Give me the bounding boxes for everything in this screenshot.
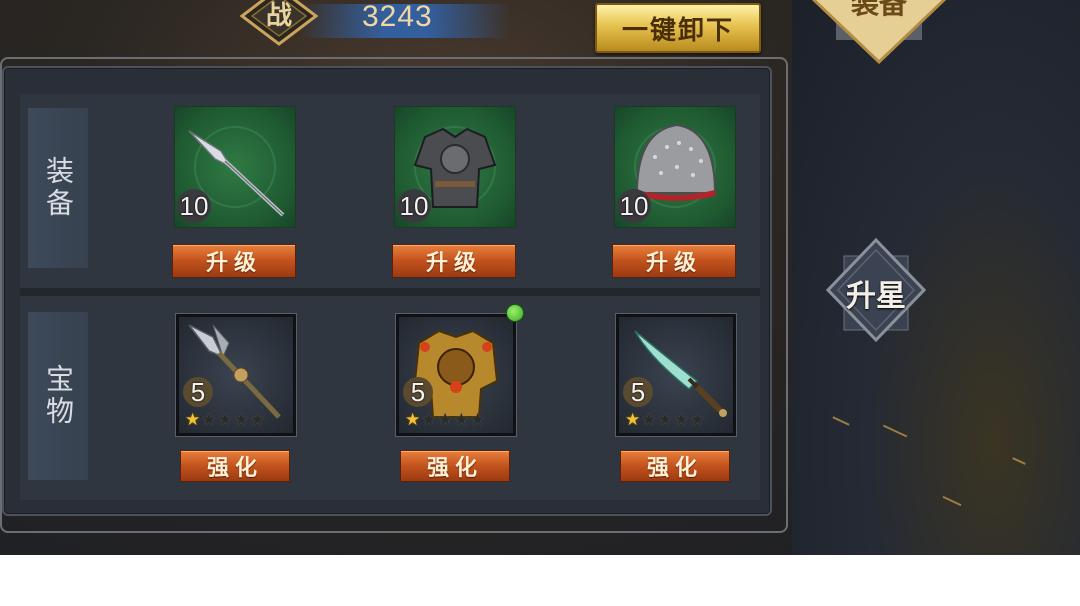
treasure-slot-dagger[interactable]: 5 ★ ★ ★ ★ ★ <box>616 314 736 436</box>
power-label: 战 <box>266 1 292 31</box>
equipment-level-badge: 10 <box>617 189 651 223</box>
star-filled-icon: ★ <box>185 410 201 430</box>
star-up-button[interactable]: 升星 <box>825 237 927 343</box>
equipment-level-badge: 10 <box>177 189 211 223</box>
tab-equipment-label: 装备 <box>850 0 907 20</box>
star-empty-icon: ★ <box>201 410 217 430</box>
upgrade-button-helmet[interactable]: 升级 <box>612 244 736 278</box>
treasure-stars: ★ ★ ★ ★ ★ <box>185 412 265 429</box>
star-empty-icon: ★ <box>657 410 673 430</box>
star-empty-icon: ★ <box>641 410 657 430</box>
star-empty-icon: ★ <box>673 410 689 430</box>
equipment-slot-armor[interactable]: 10 <box>394 106 516 228</box>
treasure-section-label: 宝物 <box>28 312 88 480</box>
treasure-slot-halberd[interactable]: 5 ★ ★ ★ ★ ★ <box>176 314 296 436</box>
equipment-slot-helmet[interactable]: 10 <box>614 106 736 228</box>
treasure-level-badge: 5 <box>183 377 213 407</box>
enhance-button-dagger[interactable]: 强化 <box>620 450 730 482</box>
star-empty-icon: ★ <box>217 410 233 430</box>
notification-dot <box>506 304 524 322</box>
star-empty-icon: ★ <box>233 410 249 430</box>
star-empty-icon: ★ <box>250 410 266 430</box>
star-empty-icon: ★ <box>437 410 453 430</box>
equipment-slot-weapon[interactable]: 10 <box>174 106 296 228</box>
power-badge: 战 <box>240 0 318 46</box>
unequip-all-button[interactable]: 一键卸下 <box>595 3 761 53</box>
power-value: 3243 <box>362 0 433 33</box>
treasure-level-badge: 5 <box>403 377 433 407</box>
treasure-stars: ★ ★ ★ ★ ★ <box>625 412 705 429</box>
game-screen: 战 3243 一键卸下 装备 升星 装备 宝物 10 10 10 升级 升级 升… <box>0 0 1080 555</box>
tab-equipment[interactable]: 装备 <box>811 0 947 65</box>
star-up-label: 升星 <box>846 279 906 314</box>
star-empty-icon: ★ <box>470 410 486 430</box>
equipment-panel: 装备 宝物 10 10 10 升级 升级 升级 5 ★ ★ ★ ★ ★ 5 ★ … <box>2 66 772 516</box>
upgrade-button-armor[interactable]: 升级 <box>392 244 516 278</box>
equipment-level-badge: 10 <box>397 189 431 223</box>
star-empty-icon: ★ <box>421 410 437 430</box>
star-empty-icon: ★ <box>453 410 469 430</box>
star-filled-icon: ★ <box>405 410 421 430</box>
row-divider <box>20 288 760 296</box>
enhance-button-halberd[interactable]: 强化 <box>180 450 290 482</box>
upgrade-button-weapon[interactable]: 升级 <box>172 244 296 278</box>
treasure-stars: ★ ★ ★ ★ ★ <box>405 412 485 429</box>
treasure-level-badge: 5 <box>623 377 653 407</box>
treasure-slot-lion-armor[interactable]: 5 ★ ★ ★ ★ ★ <box>396 314 516 436</box>
star-empty-icon: ★ <box>690 410 706 430</box>
star-filled-icon: ★ <box>625 410 641 430</box>
enhance-button-lion-armor[interactable]: 强化 <box>400 450 510 482</box>
equipment-section-label: 装备 <box>28 108 88 268</box>
